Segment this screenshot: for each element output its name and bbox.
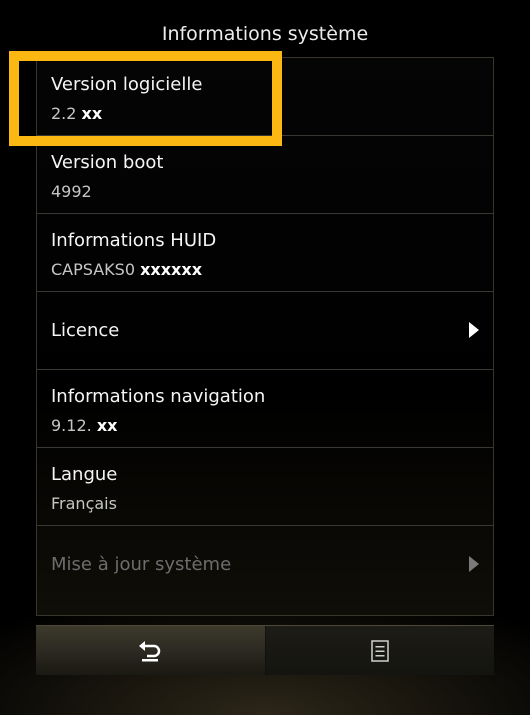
- item-label: Version boot: [51, 152, 164, 173]
- screen: Informations système Version logicielle …: [0, 0, 530, 715]
- chevron-right-icon: [469, 322, 479, 338]
- list-item-language[interactable]: Langue Français: [37, 448, 493, 526]
- item-value: 9.12. xx: [51, 416, 118, 435]
- bottom-bar: [36, 625, 494, 675]
- back-arrow-icon: [139, 640, 161, 661]
- item-label: Langue: [51, 464, 118, 485]
- list-item-huid-info[interactable]: Informations HUID CAPSAKS0 xxxxxx: [37, 214, 493, 292]
- list-item-boot-version[interactable]: Version boot 4992: [37, 136, 493, 214]
- item-label: Informations HUID: [51, 230, 217, 251]
- page-title: Informations système: [161, 23, 369, 45]
- list-item-licence[interactable]: Licence: [37, 292, 493, 370]
- item-label: Informations navigation: [51, 386, 266, 407]
- list-item-navigation-info[interactable]: Informations navigation 9.12. xx: [37, 370, 493, 448]
- item-label: Mise à jour système: [51, 554, 232, 575]
- menu-list-icon: [371, 639, 389, 662]
- highlight-box: [9, 51, 282, 146]
- chevron-right-icon: [469, 556, 479, 572]
- item-value: CAPSAKS0 xxxxxx: [51, 260, 203, 279]
- item-label: Licence: [51, 320, 120, 341]
- back-button[interactable]: [36, 626, 266, 675]
- list-item-system-update: Mise à jour système: [37, 526, 493, 604]
- menu-button[interactable]: [265, 626, 494, 675]
- item-value: 4992: [51, 182, 92, 201]
- item-value: Français: [51, 494, 117, 513]
